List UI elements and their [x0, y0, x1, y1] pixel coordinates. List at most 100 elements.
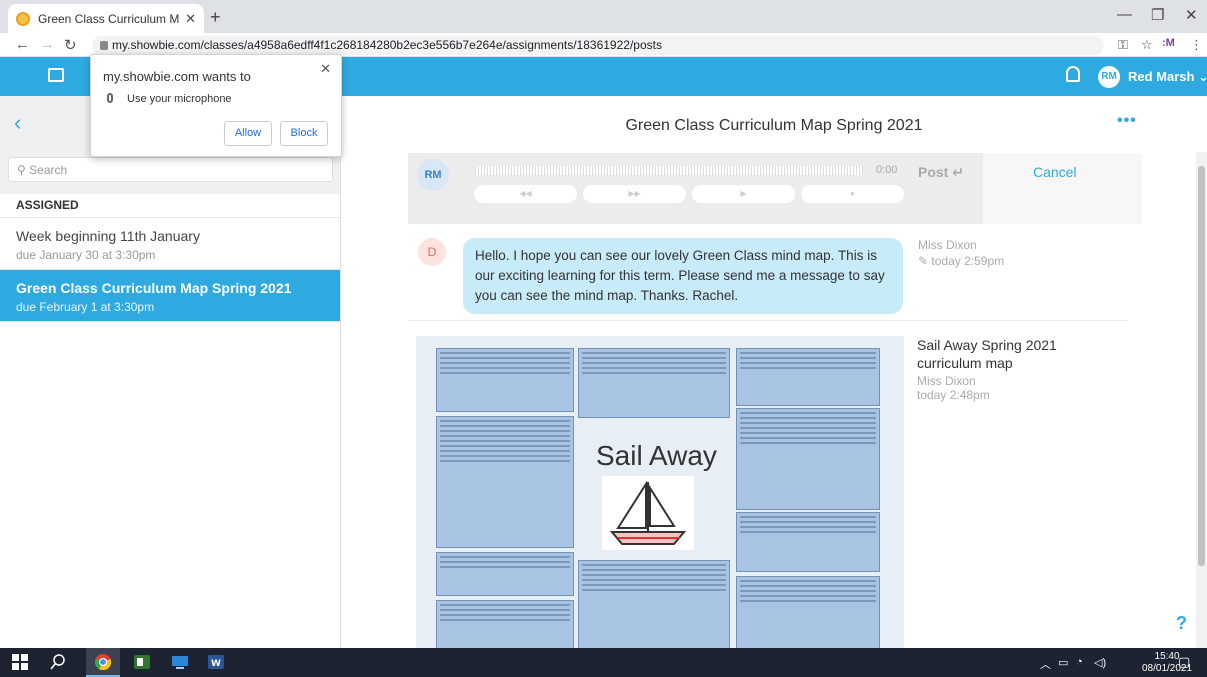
new-tab-icon[interactable]: +	[210, 7, 221, 28]
map-panel	[436, 416, 574, 548]
map-panel	[436, 552, 574, 596]
fast-forward-button[interactable]: ▶▶	[583, 185, 686, 203]
bookmark-star-icon[interactable]: ☆	[1141, 37, 1153, 53]
popup-title: my.showbie.com wants to	[103, 69, 251, 84]
scrollbar-thumb[interactable]	[1198, 166, 1205, 566]
windows-start-icon[interactable]	[12, 654, 28, 670]
assignment-title: Green Class Curriculum Map Spring 2021	[16, 280, 292, 296]
chevron-down-icon: ⌄	[1198, 69, 1207, 84]
sailboat-icon	[602, 476, 694, 550]
message-time[interactable]: ✎ today 2:59pm	[918, 254, 1004, 268]
permission-text: Use your microphone	[127, 93, 232, 105]
map-panel	[578, 348, 730, 418]
audio-waveform	[463, 158, 903, 183]
message-bubble: Hello. I hope you can see our lovely Gre…	[463, 238, 903, 314]
curriculum-map-thumbnail[interactable]: Sail Away	[416, 336, 904, 648]
edit-pencil-icon: ✎	[918, 254, 929, 268]
message-timestamp: today 2:59pm	[931, 254, 1005, 268]
project-app-icon[interactable]	[134, 654, 150, 670]
tab-close-icon[interactable]: ✕	[185, 11, 196, 27]
user-menu[interactable]: Red Marsh ⌄	[1128, 69, 1207, 85]
record-button[interactable]: ●	[801, 185, 904, 203]
map-panel	[436, 600, 574, 648]
search-container: ⚲ Search	[0, 153, 340, 194]
voice-recorder: RM 0:00 ◀◀ ▶▶ ▶ ● Post ↵ Cancel	[408, 153, 1142, 224]
user-name: Red Marsh	[1128, 69, 1195, 84]
more-options-button[interactable]: •••	[1117, 112, 1137, 130]
assignment-main: Green Class Curriculum Map Spring 2021 •…	[341, 96, 1207, 648]
forward-arrow-icon[interactable]: →	[40, 36, 55, 53]
assignment-heading: Green Class Curriculum Map Spring 2021	[625, 117, 923, 134]
volume-icon[interactable]: ◁)	[1094, 656, 1106, 669]
microphone-icon	[107, 93, 113, 103]
post-arrow-icon: ↵	[952, 164, 964, 180]
post-divider	[408, 320, 1128, 321]
attachment-info: Sail Away Spring 2021 curriculum map Mis…	[917, 336, 1097, 402]
reload-icon[interactable]: ↻	[64, 36, 77, 54]
play-button[interactable]: ▶	[692, 185, 795, 203]
key-icon[interactable]: ⚿	[1118, 37, 1128, 53]
close-window-icon[interactable]: ✕	[1185, 6, 1198, 24]
section-header-assigned: ASSIGNED	[0, 194, 340, 218]
word-app-icon[interactable]: W	[208, 654, 224, 670]
recording-time: 0:00	[876, 164, 898, 176]
author-avatar: D	[418, 238, 446, 266]
tab-title: Green Class Curriculum Map Spri	[38, 11, 180, 26]
cancel-area: Cancel	[983, 153, 1142, 224]
search-input[interactable]: ⚲ Search	[8, 157, 333, 182]
remote-desktop-icon[interactable]	[172, 654, 188, 670]
map-panel	[736, 408, 880, 510]
map-panel	[736, 512, 880, 572]
notification-bell-icon[interactable]	[1066, 66, 1080, 82]
map-panel	[436, 348, 574, 412]
search-placeholder: Search	[29, 163, 68, 177]
minimize-icon[interactable]: —	[1117, 6, 1132, 23]
back-chevron-icon[interactable]: ‹	[14, 110, 21, 136]
attachment-title: Sail Away Spring 2021 curriculum map	[917, 337, 1057, 371]
back-arrow-icon[interactable]: ←	[15, 36, 30, 53]
allow-button[interactable]: Allow	[224, 121, 272, 146]
recorder-controls: ◀◀ ▶▶ ▶ ●	[474, 185, 904, 203]
attachment-author: Miss Dixon	[917, 374, 976, 388]
map-panel	[736, 576, 880, 648]
block-button[interactable]: Block	[280, 121, 328, 146]
windows-taskbar: W ︿ ▭ ◔ ◁) 15:40 08/01/2021 ▢	[0, 648, 1207, 677]
showbie-favicon-icon	[16, 11, 30, 26]
help-button[interactable]: ?	[1176, 613, 1187, 634]
browser-menu-icon[interactable]: ⋮	[1190, 37, 1203, 53]
show-hidden-icons-icon[interactable]: ︿	[1040, 656, 1051, 672]
recorder-avatar: RM	[417, 159, 449, 191]
inbox-icon[interactable]	[48, 68, 64, 82]
assignment-due: due January 30 at 3:30pm	[16, 248, 156, 262]
search-taskbar-icon[interactable]	[50, 654, 66, 670]
cancel-button[interactable]: Cancel	[1033, 164, 1077, 180]
browser-tab[interactable]: Green Class Curriculum Map Spri ✕	[8, 4, 204, 33]
map-panel	[736, 348, 880, 406]
assignment-item-active[interactable]: Green Class Curriculum Map Spring 2021 d…	[0, 270, 340, 322]
popup-close-icon[interactable]: ✕	[320, 61, 331, 77]
restore-icon[interactable]: ❐	[1151, 6, 1164, 24]
user-avatar[interactable]: RM	[1098, 66, 1120, 88]
chrome-taskbar-button[interactable]	[86, 648, 120, 677]
search-icon: ⚲	[17, 163, 26, 177]
chrome-icon	[95, 654, 111, 670]
assignment-item[interactable]: Week beginning 11th January due January …	[0, 218, 340, 270]
url-text: my.showbie.com/classes/a4958a6edff4f1c26…	[112, 38, 662, 52]
map-panel	[578, 560, 730, 648]
wifi-icon[interactable]: ◔	[1076, 656, 1083, 668]
browser-tabstrip: Green Class Curriculum Map Spri ✕ + — ❐ …	[0, 0, 1207, 33]
extension-icon[interactable]: :M	[1162, 37, 1175, 49]
notifications-icon[interactable]: ▢	[1178, 654, 1190, 670]
main-scrollbar[interactable]	[1196, 152, 1207, 648]
attachment-time: today 2:48pm	[917, 388, 990, 402]
address-bar[interactable]: my.showbie.com/classes/a4958a6edff4f1c26…	[92, 36, 1104, 55]
message-author: Miss Dixon	[918, 238, 977, 252]
battery-icon[interactable]: ▭	[1058, 656, 1068, 669]
lock-icon	[100, 41, 108, 50]
map-heading: Sail Away	[596, 440, 717, 471]
assignment-title: Week beginning 11th January	[16, 228, 200, 244]
rewind-button[interactable]: ◀◀	[474, 185, 577, 203]
svg-text:W: W	[211, 659, 221, 669]
assignment-due: due February 1 at 3:30pm	[16, 300, 155, 314]
post-button[interactable]: Post ↵	[918, 164, 964, 181]
